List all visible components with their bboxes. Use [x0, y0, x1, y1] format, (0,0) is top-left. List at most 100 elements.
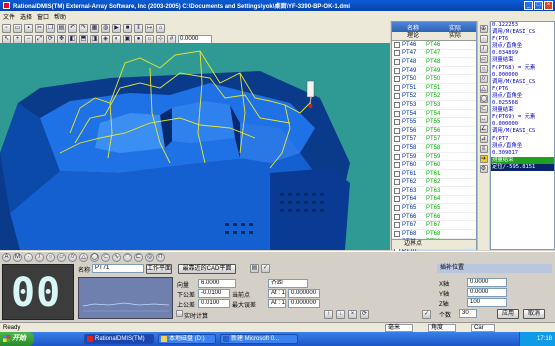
circle2-icon[interactable]: ○	[46, 253, 55, 262]
maximize-icon[interactable]: □	[534, 1, 543, 10]
circle-icon[interactable]: ○	[479, 65, 488, 73]
torus-icon[interactable]: ◎	[145, 253, 154, 262]
point-row[interactable]: PT56 PT56	[392, 127, 476, 136]
report-icon[interactable]: ≡	[479, 145, 488, 153]
point-row[interactable]: PT48 PT48	[392, 58, 476, 67]
point-checkbox[interactable]	[394, 136, 400, 143]
redo-icon[interactable]: ↷	[79, 23, 88, 33]
slot2-icon[interactable]: ⊂	[101, 253, 110, 262]
angle-icon[interactable]: ∠	[479, 125, 488, 133]
y-axis-field[interactable]: 0.0000	[467, 288, 507, 297]
point-checkbox[interactable]	[394, 170, 400, 177]
line2-icon[interactable]: /	[35, 253, 44, 262]
point-row[interactable]: PT63 PT63	[392, 187, 476, 196]
settings-icon[interactable]: ⚙	[479, 165, 488, 173]
unit-select[interactable]: 毫米	[385, 324, 413, 332]
point-row[interactable]: PT57 PT57	[392, 136, 476, 145]
task-rationaldmis[interactable]: RationalDMIS(TM)	[84, 334, 154, 344]
arrow-marker-icon[interactable]: ➔	[479, 155, 488, 163]
minimize-icon[interactable]: _	[524, 1, 533, 10]
point-row[interactable]: PT62 PT62	[392, 179, 476, 188]
run-icon[interactable]: ▶	[112, 23, 121, 33]
distance-icon[interactable]: ↔	[479, 115, 488, 123]
task-local-disk[interactable]: 本地磁盘 (D:)	[158, 334, 216, 344]
point-row[interactable]: PT59 PT59	[392, 153, 476, 162]
menu-window[interactable]: 窗口	[37, 12, 49, 21]
refresh-icon[interactable]: ⟳	[360, 310, 369, 319]
paste-icon[interactable]: ▤	[57, 23, 66, 33]
angle-select[interactable]: 角度	[428, 324, 456, 332]
menu-file[interactable]: 文件	[3, 12, 15, 21]
dmis-report-panel[interactable]: 0.122253 调用/M(EASI_CS F(PT6 测点/直角坐 0.034899 测…	[490, 21, 555, 250]
vector-field[interactable]: 6.0000	[198, 279, 236, 288]
point-checkbox[interactable]	[394, 50, 400, 57]
point-checkbox[interactable]	[394, 187, 400, 194]
curve-icon[interactable]: ∿	[112, 253, 121, 262]
cylinder-icon[interactable]: ⌭	[479, 75, 488, 83]
home-icon[interactable]: ⌂	[156, 23, 165, 33]
z-axis-field[interactable]: 100	[467, 298, 507, 307]
line-icon[interactable]: /	[479, 45, 488, 53]
move-down-icon[interactable]: ↓	[336, 310, 345, 319]
realtime-checkbox[interactable]	[176, 310, 183, 317]
cone2-icon[interactable]: △	[79, 253, 88, 262]
close-icon[interactable]: ×	[544, 1, 553, 10]
pt-icon[interactable]: ·	[24, 253, 33, 262]
cone-icon[interactable]: △	[479, 85, 488, 93]
stop-icon[interactable]: ■	[123, 23, 132, 33]
point-checkbox[interactable]	[394, 179, 400, 186]
copy-icon[interactable]: ❐	[46, 23, 55, 33]
align-icon[interactable]: ⊿	[479, 135, 488, 143]
point-checkbox[interactable]	[394, 76, 400, 83]
point-checkbox[interactable]	[394, 119, 400, 126]
auto-icon[interactable]: A	[2, 253, 11, 262]
point-list-footer[interactable]: 边界点	[392, 239, 476, 249]
point-checkbox[interactable]	[394, 196, 400, 203]
max-error-field[interactable]: At : 1	[268, 299, 286, 308]
point-row[interactable]: PT54 PT54	[392, 110, 476, 119]
point-row[interactable]: PT55 PT55	[392, 118, 476, 127]
move-up-icon[interactable]: ↑	[324, 310, 333, 319]
plane2-icon[interactable]: ▱	[57, 253, 66, 262]
workplane-button[interactable]: 工作平面	[146, 264, 172, 274]
task-new-document[interactable]: 新建 Microsoft 0...	[220, 334, 298, 344]
point-row[interactable]: PT52 PT52	[392, 93, 476, 102]
point-checkbox[interactable]	[394, 162, 400, 169]
point-checkbox[interactable]	[394, 84, 400, 91]
point-row[interactable]: PT51 PT51	[392, 84, 476, 93]
point-icon[interactable]: ·	[479, 35, 488, 43]
count-field[interactable]: 30	[459, 309, 477, 318]
point-checkbox[interactable]	[394, 93, 400, 100]
point-checkbox[interactable]	[394, 205, 400, 212]
point-checkbox[interactable]	[394, 58, 400, 65]
col-actual[interactable]: 实际	[434, 32, 476, 40]
point-checkbox[interactable]	[394, 222, 400, 229]
point-row[interactable]: PT68 PT68	[392, 230, 476, 239]
slot-icon[interactable]: ⊂	[479, 105, 488, 113]
col-nominal[interactable]: 理论	[392, 32, 434, 40]
gap-icon[interactable]: ⊓	[156, 253, 165, 262]
coord-select[interactable]: Car	[471, 324, 495, 332]
lower-tol-field[interactable]: -0.0100	[198, 289, 230, 298]
apply-button[interactable]: 应用	[497, 309, 519, 319]
nearest-cad-plane-button[interactable]: 最靠近的CAD平面	[178, 264, 236, 274]
point-checkbox[interactable]	[394, 101, 400, 108]
point-row[interactable]: PT46 PT46	[392, 41, 476, 50]
upper-tol-field[interactable]: 0.0100	[198, 299, 230, 308]
point-checkbox[interactable]	[394, 144, 400, 151]
sphere-icon[interactable]: ◯	[479, 95, 488, 103]
edge-icon[interactable]: ⊏	[134, 253, 143, 262]
point-row[interactable]: PT64 PT64	[392, 196, 476, 205]
undo-icon[interactable]: ↶	[68, 23, 77, 33]
point-row[interactable]: PT65 PT65	[392, 204, 476, 213]
cut-icon[interactable]: ✂	[35, 23, 44, 33]
accept-icon[interactable]: ✓	[422, 310, 431, 319]
point-checkbox[interactable]	[394, 230, 400, 237]
point-checkbox[interactable]	[394, 41, 400, 48]
point-checkbox[interactable]	[394, 213, 400, 220]
manual-icon[interactable]: M	[13, 253, 22, 262]
point-row[interactable]: PT58 PT58	[392, 144, 476, 153]
pause-icon[interactable]: ‖	[134, 23, 143, 33]
point-checkbox[interactable]	[394, 67, 400, 74]
cad-viewport[interactable]	[0, 43, 390, 250]
